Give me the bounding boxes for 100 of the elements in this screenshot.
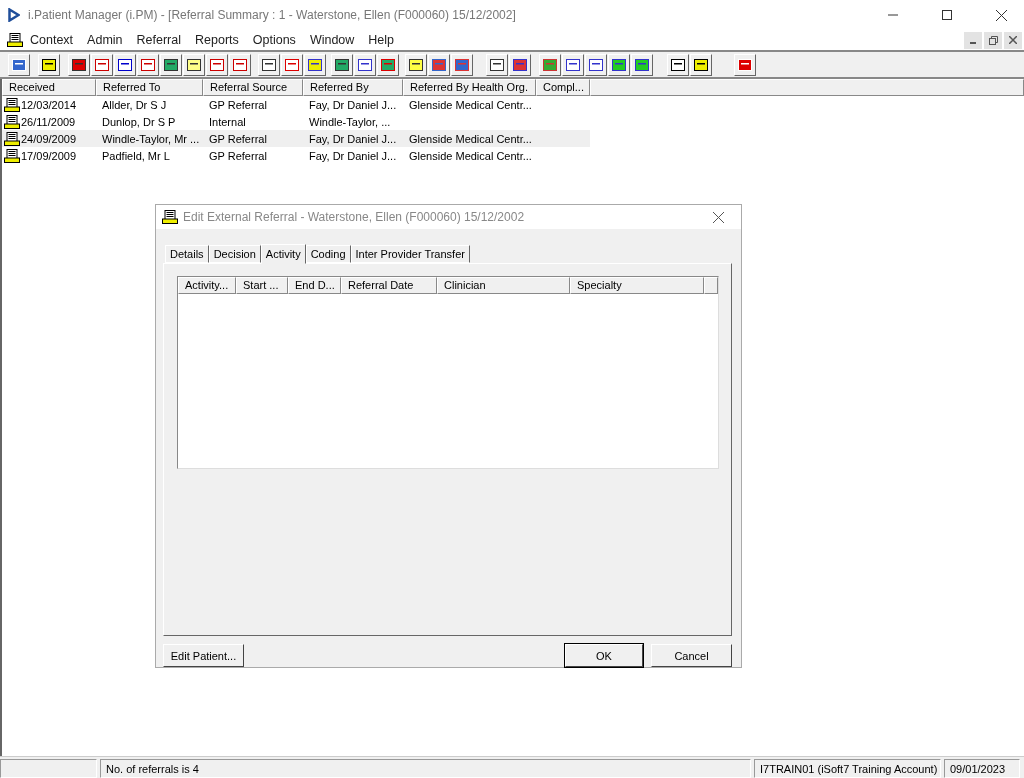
column-header[interactable]: Activity... [178, 276, 236, 294]
toolbar-icon [71, 56, 87, 73]
table-cell-text: Fay, Dr Daniel J... [308, 98, 398, 111]
column-header[interactable]: Received [2, 79, 96, 96]
toolbar-button[interactable] [405, 53, 427, 76]
document-icon [4, 148, 20, 163]
table-cell-text: Internal [208, 115, 247, 128]
close-icon [1009, 36, 1017, 44]
menu-item[interactable]: Options [245, 33, 303, 47]
toolbar-icon [380, 56, 396, 73]
column-header[interactable]: Compl... [536, 79, 590, 96]
document-icon [162, 210, 178, 224]
menu-item[interactable]: Context [23, 33, 81, 47]
table-cell: 12/03/2014 [21, 98, 77, 111]
toolbar-button[interactable] [585, 53, 607, 76]
toolbar-button[interactable] [354, 53, 376, 76]
toolbar-button[interactable] [509, 53, 531, 76]
tab[interactable]: Details [165, 244, 209, 263]
toolbar-button[interactable] [608, 53, 630, 76]
toolbar-icon [186, 56, 202, 73]
toolbar-icon [693, 56, 709, 73]
window-title: i.Patient Manager (i.PM) - [Referral Summary : 1 - Waterstone, Ellen (F000060) 15/12/2002] [28, 8, 517, 22]
toolbar-icon [232, 56, 248, 73]
toolbar-button[interactable] [690, 53, 712, 76]
tab[interactable]: Decision [208, 244, 261, 263]
toolbar-button[interactable] [562, 53, 584, 76]
column-header[interactable]: Referred By [303, 79, 403, 96]
column-header[interactable]: Clinician [437, 276, 570, 294]
toolbar-button[interactable] [304, 53, 326, 76]
close-icon [995, 9, 1007, 21]
toolbar-icon [489, 56, 505, 73]
toolbar-icon [140, 56, 156, 73]
column-header[interactable]: Start ... [236, 276, 288, 294]
toolbar-icon [117, 56, 133, 73]
toolbar-icon [611, 56, 627, 73]
document-icon [4, 131, 20, 146]
toolbar-icon [209, 56, 225, 73]
toolbar-button[interactable] [667, 53, 689, 76]
toolbar-button[interactable] [331, 53, 353, 76]
toolbar-button[interactable] [258, 53, 280, 76]
menu-item[interactable]: Reports [188, 33, 246, 47]
column-header[interactable]: End D... [288, 276, 341, 294]
ok-button[interactable]: OK [565, 644, 643, 667]
column-header[interactable]: Referred By Health Org. [403, 79, 536, 96]
column-header[interactable]: Referral Source [203, 79, 303, 96]
referral-row[interactable]: 24/09/2009 Windle-Taylor, Mr ... GP Referral Fay, Dr Daniel J... Glenside Medical Centr... [2, 130, 590, 147]
status-account: I7TRAIN01 (iSoft7 Training Account) [754, 759, 941, 778]
status-message: No. of referrals is 4 [100, 759, 751, 778]
menu-item[interactable]: Referral [129, 33, 188, 47]
document-icon [7, 33, 23, 47]
toolbar-button[interactable] [38, 53, 60, 76]
table-cell-text: GP Referral [208, 98, 268, 111]
toolbar-button[interactable] [114, 53, 136, 76]
toolbar-icon [11, 56, 27, 73]
toolbar-icon [408, 56, 424, 73]
toolbar-icon [634, 56, 650, 73]
toolbar-icon [431, 56, 447, 73]
toolbar-icon [670, 56, 686, 73]
dialog-title: Edit External Referral - Waterstone, Ellen (F000060) 15/12/2002 [183, 210, 526, 224]
status-date: 09/01/2023 [944, 759, 1020, 778]
table-cell-text: Windle-Taylor, Mr ... [101, 132, 201, 145]
document-icon [4, 97, 20, 112]
tab[interactable]: Activity [260, 243, 306, 264]
table-cell-text: Fay, Dr Daniel J... [308, 132, 398, 145]
toolbar-button[interactable] [160, 53, 182, 76]
toolbar-icon [284, 56, 300, 73]
toolbar-icon [334, 56, 350, 73]
menu-item[interactable]: Help [361, 33, 402, 47]
close-icon [712, 211, 724, 223]
column-header[interactable]: Referred To [96, 79, 203, 96]
toolbar-icon [565, 56, 581, 73]
toolbar-button[interactable] [486, 53, 508, 76]
table-cell-text: Glenside Medical Centr... [408, 98, 533, 111]
table-cell-text: Allder, Dr S J [101, 98, 168, 111]
toolbar-button[interactable] [183, 53, 205, 76]
column-header[interactable]: Referral Date [341, 276, 437, 294]
column-header[interactable]: Specialty [570, 276, 704, 294]
app-logo-icon [8, 8, 20, 22]
toolbar-icon [307, 56, 323, 73]
toolbar-icon [41, 56, 57, 73]
close-button[interactable] [1004, 31, 1022, 49]
toolbar-button[interactable] [68, 53, 90, 76]
toolbar-icon [588, 56, 604, 73]
table-cell-text: Glenside Medical Centr... [408, 149, 533, 162]
toolbar-icon [357, 56, 373, 73]
restore-button[interactable] [984, 31, 1002, 49]
tab[interactable]: Inter Provider Transfer [350, 244, 470, 263]
toolbar-button[interactable] [631, 53, 653, 76]
menu-item[interactable]: Window [302, 33, 362, 47]
table-cell-text: Padfield, Mr L [101, 149, 171, 162]
table-cell-text: Fay, Dr Daniel J... [308, 149, 398, 162]
toolbar-icon [512, 56, 528, 73]
edit-patient-button[interactable]: Edit Patient... [163, 644, 244, 667]
document-icon [4, 114, 20, 129]
minimize-button[interactable] [964, 31, 982, 49]
table-cell: 26/11/2009 [21, 115, 76, 128]
table-cell-text: GP Referral [208, 149, 268, 162]
tab[interactable]: Coding [305, 244, 351, 263]
menu-item[interactable]: Admin [80, 33, 130, 47]
cancel-button[interactable]: Cancel [651, 644, 732, 667]
